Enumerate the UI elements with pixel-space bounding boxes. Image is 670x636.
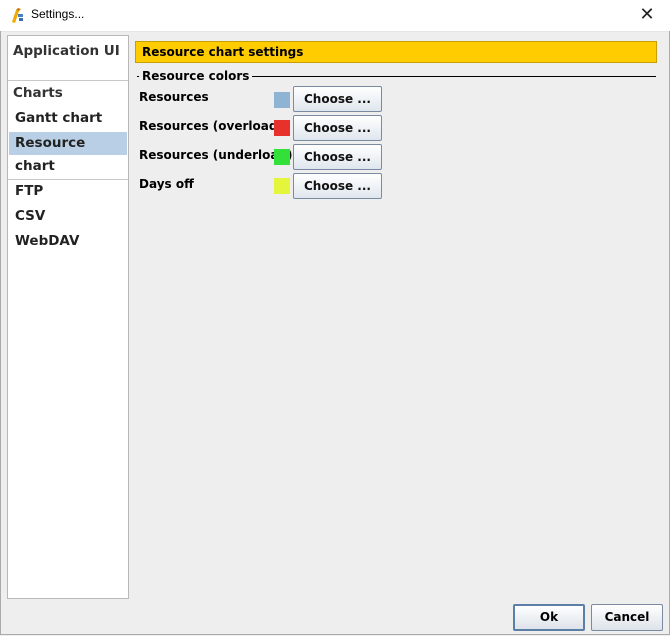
window-title: Settings... bbox=[31, 7, 85, 21]
resources-overload-choose-button[interactable]: Choose ... bbox=[293, 115, 382, 141]
sidebar-item-gantt-chart[interactable]: Gantt chart bbox=[9, 107, 127, 130]
sidebar-item-ftp[interactable]: FTP bbox=[9, 180, 127, 203]
title-bar: Settings... ✕ bbox=[0, 0, 670, 32]
close-icon[interactable]: ✕ bbox=[624, 0, 670, 31]
settings-sidebar: Application UI Charts Gantt chart Resour… bbox=[7, 35, 129, 599]
panel-header: Resource chart settings bbox=[135, 41, 657, 63]
resources-choose-button[interactable]: Choose ... bbox=[293, 86, 382, 112]
ganttproject-icon bbox=[12, 8, 23, 23]
sidebar-item-charts[interactable]: Charts bbox=[9, 82, 127, 105]
sidebar-item-resource-chart[interactable]: Resource chart bbox=[9, 132, 127, 174]
resources-underload-choose-button[interactable]: Choose ... bbox=[293, 144, 382, 170]
resources-color-swatch bbox=[274, 92, 290, 108]
resources-overload-color-swatch bbox=[274, 120, 290, 136]
resources-overload-label: Resources (overload) bbox=[139, 119, 283, 133]
resources-underload-label: Resources (underload) bbox=[139, 148, 293, 162]
sidebar-item-csv[interactable]: CSV bbox=[9, 205, 127, 228]
cancel-button[interactable]: Cancel bbox=[591, 604, 663, 631]
section-title: Resource colors bbox=[139, 69, 253, 83]
resources-underload-color-swatch bbox=[274, 149, 290, 165]
ok-button[interactable]: Ok bbox=[513, 604, 585, 631]
days-off-choose-button[interactable]: Choose ... bbox=[293, 173, 382, 199]
resources-label: Resources bbox=[139, 90, 209, 104]
days-off-label: Days off bbox=[139, 177, 194, 191]
sidebar-divider bbox=[8, 80, 128, 81]
sidebar-item-webdav[interactable]: WebDAV bbox=[9, 230, 127, 253]
sidebar-item-application-ui[interactable]: Application UI bbox=[9, 40, 127, 63]
days-off-color-swatch bbox=[274, 178, 290, 194]
